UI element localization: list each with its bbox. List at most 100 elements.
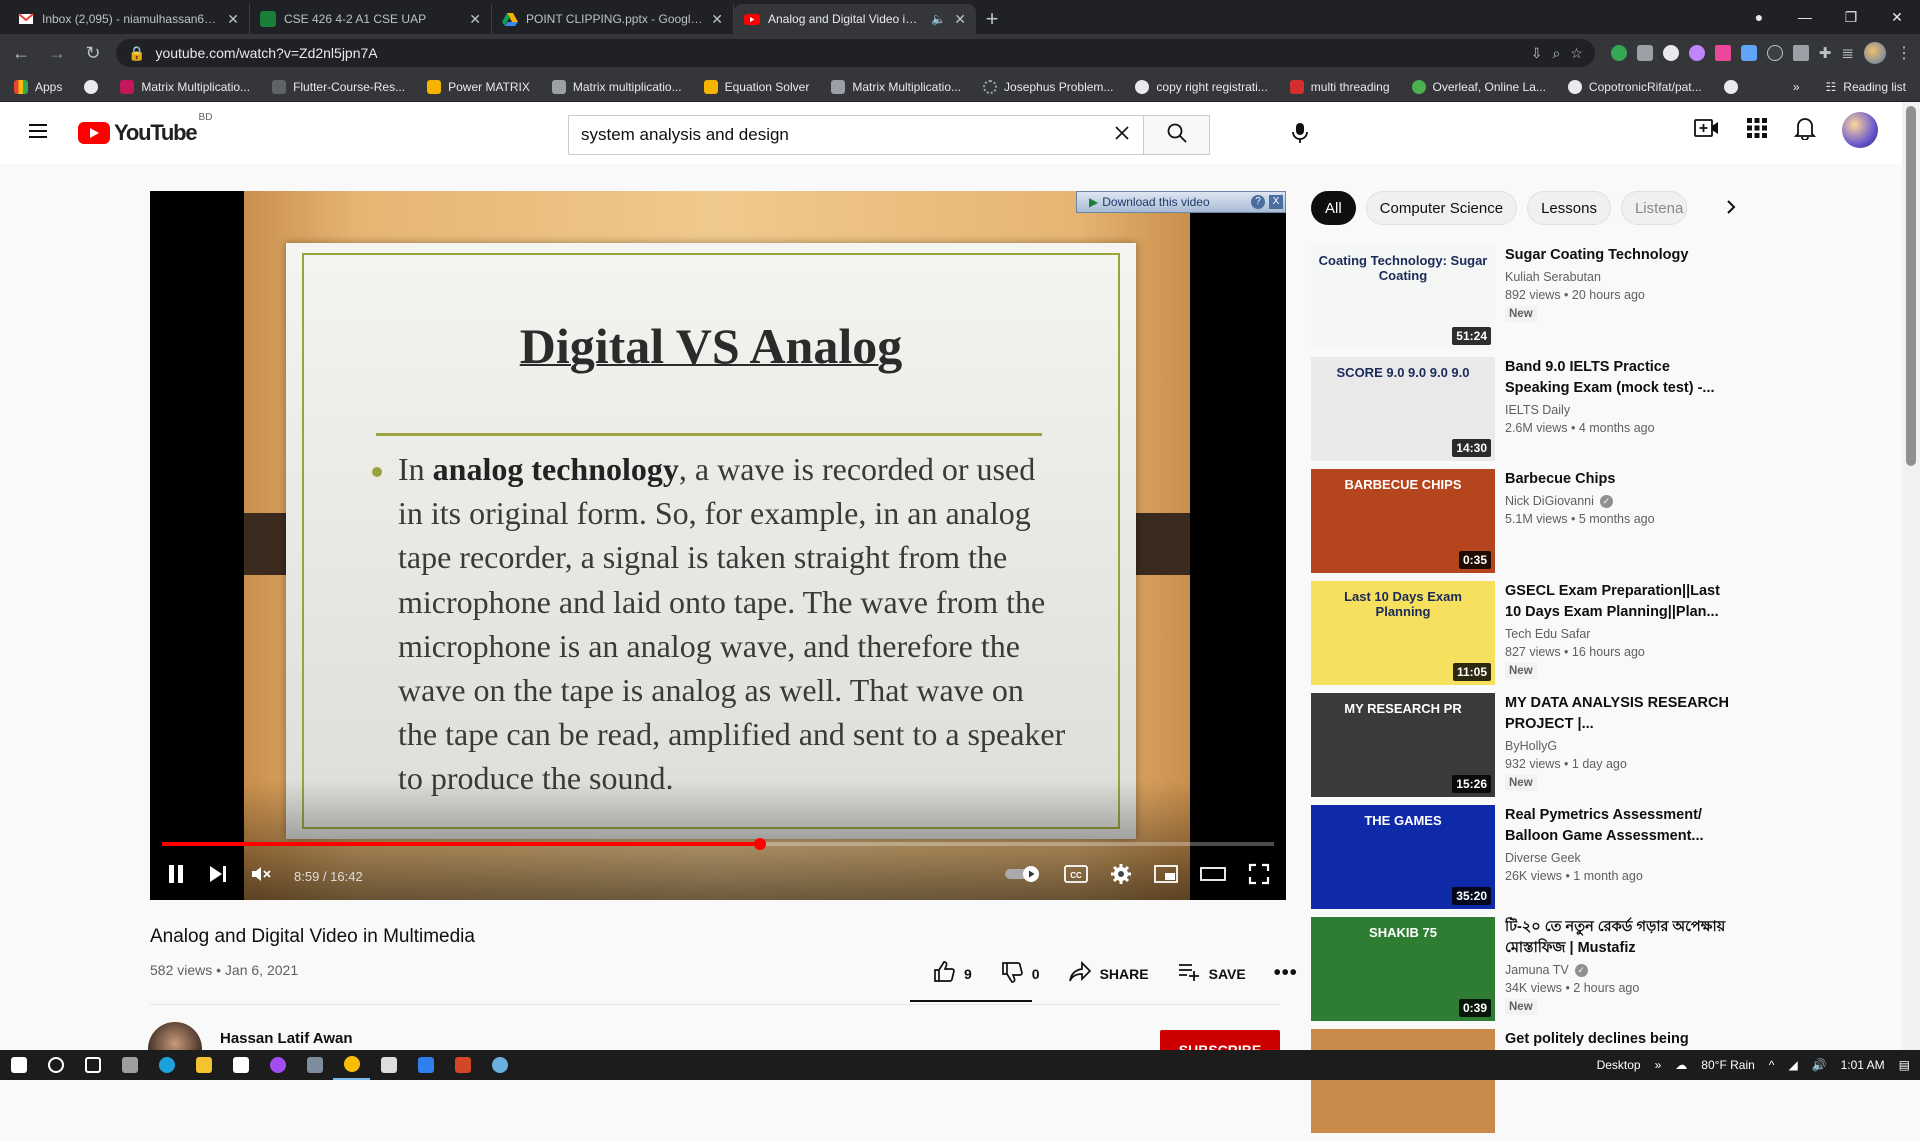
bookmark-item[interactable]: Equation Solver bbox=[703, 79, 809, 94]
address-bar[interactable]: 🔒 youtube.com/watch?v=Zd2nl5jpn7A ⇩ ⌕ ☆ bbox=[116, 39, 1595, 67]
taskbar-app-task-view[interactable] bbox=[74, 1050, 111, 1080]
extension-flag-icon[interactable] bbox=[1714, 45, 1731, 61]
extension-download-icon[interactable] bbox=[1740, 45, 1757, 61]
video-thumbnail[interactable]: SCORE 9.0 9.0 9.0 9.0 14:30 bbox=[1311, 357, 1495, 461]
video-title[interactable]: Real Pymetrics Assessment/ Balloon Game … bbox=[1505, 805, 1731, 847]
speaker-muted-icon[interactable]: 🔈 bbox=[931, 12, 946, 26]
bookmark-item[interactable] bbox=[1723, 79, 1738, 94]
video-player[interactable]: Digital VS Analog In analog technology, … bbox=[150, 191, 1286, 900]
theater-mode-icon[interactable] bbox=[1200, 864, 1226, 889]
create-video-icon[interactable] bbox=[1694, 117, 1720, 144]
extension-grammarly-icon[interactable] bbox=[1610, 45, 1627, 61]
recommended-video[interactable]: BARBECUE CHIPS 0:35 Barbecue Chips Nick DiG… bbox=[1311, 469, 1731, 581]
browser-tab[interactable]: POINT CLIPPING.pptx - Google D ✕ bbox=[492, 4, 734, 34]
install-icon[interactable]: ⇩ bbox=[1531, 45, 1543, 62]
youtube-logo[interactable]: YouTube BD bbox=[78, 112, 212, 146]
hamburger-menu-icon[interactable] bbox=[26, 119, 52, 148]
video-thumbnail[interactable]: SHAKIB 75 0:39 bbox=[1311, 917, 1495, 1021]
video-thumbnail[interactable]: Coating Technology: Sugar Coating 51:24 bbox=[1311, 245, 1495, 349]
clear-search-icon[interactable] bbox=[1113, 124, 1131, 147]
bookmark-item[interactable]: Josephus Problem... bbox=[983, 79, 1113, 94]
video-title[interactable]: Sugar Coating Technology bbox=[1505, 245, 1731, 266]
miniplayer-icon[interactable] bbox=[1154, 864, 1178, 889]
chip-computer-science[interactable]: Computer Science bbox=[1365, 191, 1518, 225]
video-thumbnail[interactable]: MY RESEARCH PR 15:26 bbox=[1311, 693, 1495, 797]
taskbar-app-windows[interactable] bbox=[0, 1050, 37, 1080]
maximize-button[interactable]: ❐ bbox=[1828, 9, 1874, 26]
browser-tab[interactable]: Inbox (2,095) - niamulhassan64@ ✕ bbox=[8, 4, 250, 34]
volume-muted-icon[interactable] bbox=[250, 863, 272, 890]
video-title[interactable]: MY DATA ANALYSIS RESEARCH PROJECT |... bbox=[1505, 693, 1731, 735]
extension-icon[interactable] bbox=[1688, 45, 1705, 61]
video-thumbnail[interactable]: THE GAMES 35:20 bbox=[1311, 805, 1495, 909]
taskbar-app-app2[interactable] bbox=[481, 1050, 518, 1080]
reload-button[interactable]: ↻ bbox=[80, 43, 106, 64]
channel-name[interactable]: Kuliah Serabutan bbox=[1505, 270, 1601, 284]
recommended-video[interactable]: Get politely declines being bbox=[1311, 1029, 1731, 1141]
browser-menu-icon[interactable]: ⋮ bbox=[1896, 43, 1912, 63]
video-title[interactable]: Band 9.0 IELTS Practice Speaking Exam (m… bbox=[1505, 357, 1731, 399]
video-thumbnail[interactable] bbox=[1311, 1029, 1495, 1133]
channel-name[interactable]: Tech Edu Safar bbox=[1505, 627, 1590, 641]
video-title[interactable]: Get politely declines being bbox=[1505, 1029, 1731, 1050]
recommended-video[interactable]: SHAKIB 75 0:39 টি-২০ তে নতুন রেকর্ড গড়ার … bbox=[1311, 917, 1731, 1029]
channel-name[interactable]: Hassan Latif Awan bbox=[220, 1030, 353, 1047]
zoom-icon[interactable]: ⌕ bbox=[1552, 45, 1560, 62]
taskbar-app-edge[interactable] bbox=[148, 1050, 185, 1080]
extension-gear-icon[interactable] bbox=[1662, 45, 1679, 61]
bookmark-item[interactable]: Flutter-Course-Res... bbox=[272, 79, 405, 94]
close-tab-icon[interactable]: ✕ bbox=[227, 11, 239, 28]
new-tab-button[interactable]: + bbox=[976, 4, 1008, 34]
close-tab-icon[interactable]: ✕ bbox=[711, 11, 723, 28]
show-hidden-icons-icon[interactable]: ^ bbox=[1769, 1058, 1775, 1072]
close-window-button[interactable]: ✕ bbox=[1874, 9, 1920, 26]
extension-box-icon[interactable] bbox=[1766, 45, 1783, 61]
chip-all[interactable]: All bbox=[1311, 191, 1356, 225]
extension-camera-icon[interactable] bbox=[1636, 45, 1653, 61]
clock[interactable]: 1:01 AM bbox=[1841, 1058, 1885, 1072]
apps-grid-icon[interactable] bbox=[1746, 117, 1768, 144]
profile-avatar[interactable] bbox=[1864, 42, 1886, 64]
speaker-icon[interactable]: 🔊 bbox=[1812, 1058, 1827, 1072]
recommended-video[interactable]: MY RESEARCH PR 15:26 MY DATA ANALYSIS RESE… bbox=[1311, 693, 1731, 805]
settings-gear-icon[interactable] bbox=[1110, 863, 1132, 890]
bookmark-item[interactable] bbox=[84, 79, 99, 94]
taskbar-app-powerpoint[interactable] bbox=[444, 1050, 481, 1080]
channel-name[interactable]: ByHollyG bbox=[1505, 739, 1557, 753]
next-video-button[interactable] bbox=[208, 863, 228, 890]
bookmark-apps[interactable]: Apps bbox=[14, 79, 62, 94]
browser-tab[interactable]: CSE 426 4-2 A1 CSE UAP ✕ bbox=[250, 4, 492, 34]
bookmark-item[interactable]: copy right registrati... bbox=[1135, 79, 1268, 94]
bookmark-item[interactable]: Matrix Multiplicatio... bbox=[831, 79, 961, 94]
voice-search-button[interactable] bbox=[1280, 115, 1320, 155]
banner-close-button[interactable]: X bbox=[1269, 195, 1283, 209]
channel-name[interactable]: IELTS Daily bbox=[1505, 403, 1570, 417]
chip-lessons[interactable]: Lessons bbox=[1527, 191, 1611, 225]
bookmark-item[interactable]: CopotronicRifat/pat... bbox=[1567, 79, 1702, 94]
video-title[interactable]: GSECL Exam Preparation||Last 10 Days Exa… bbox=[1505, 581, 1731, 623]
autoplay-toggle[interactable] bbox=[1004, 865, 1042, 888]
weather-label[interactable]: 80°F Rain bbox=[1701, 1058, 1755, 1072]
extension-pen-icon[interactable] bbox=[1792, 45, 1809, 61]
dislike-button[interactable]: 0 bbox=[986, 960, 1054, 987]
recommended-video[interactable]: Coating Technology: Sugar Coating 51:24 Su… bbox=[1311, 245, 1731, 357]
forward-button[interactable]: → bbox=[44, 43, 70, 64]
video-title[interactable]: Barbecue Chips bbox=[1505, 469, 1731, 490]
chips-next-button[interactable] bbox=[1714, 191, 1748, 227]
close-tab-icon[interactable]: ✕ bbox=[469, 11, 481, 28]
taskbar-app-vscode[interactable] bbox=[407, 1050, 444, 1080]
search-input[interactable]: system analysis and design bbox=[568, 115, 1144, 155]
page-scrollbar-thumb[interactable] bbox=[1906, 106, 1916, 466]
video-thumbnail[interactable]: BARBECUE CHIPS 0:35 bbox=[1311, 469, 1495, 573]
notification-center-icon[interactable]: ▤ bbox=[1899, 1058, 1910, 1072]
recommended-video[interactable]: Last 10 Days Exam Planning 11:05 GSECL Exa… bbox=[1311, 581, 1731, 693]
close-tab-icon[interactable]: ✕ bbox=[954, 11, 966, 28]
taskbar-app-app[interactable] bbox=[296, 1050, 333, 1080]
bookmarks-overflow-button[interactable]: » bbox=[1793, 80, 1800, 94]
bookmark-star-icon[interactable]: ☆ bbox=[1570, 45, 1583, 62]
bookmark-item[interactable]: Matrix Multiplicatio... bbox=[120, 79, 250, 94]
bookmark-item[interactable]: Overleaf, Online La... bbox=[1411, 79, 1546, 94]
reading-list-button[interactable]: ☷ Reading list bbox=[1826, 80, 1906, 94]
taskbar-app-terminal[interactable] bbox=[111, 1050, 148, 1080]
fullscreen-icon[interactable] bbox=[1248, 863, 1270, 890]
